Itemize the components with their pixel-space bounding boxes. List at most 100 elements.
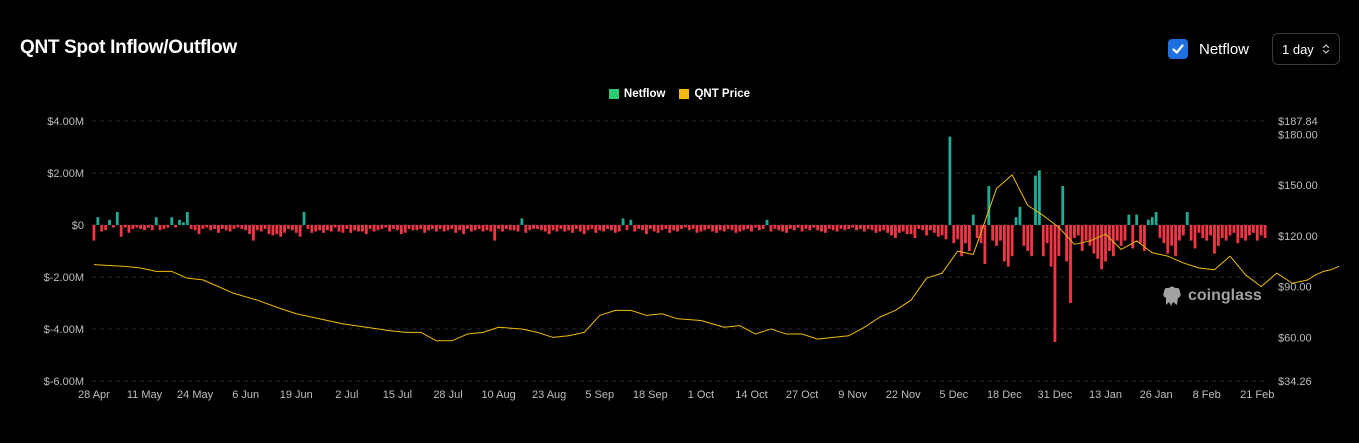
netflow-bar[interactable]: [610, 225, 613, 231]
netflow-bar[interactable]: [590, 225, 594, 229]
netflow-bar[interactable]: [606, 225, 609, 229]
netflow-bar[interactable]: [987, 186, 991, 225]
netflow-bar[interactable]: [676, 225, 679, 232]
netflow-bar[interactable]: [1205, 225, 1209, 241]
netflow-bar[interactable]: [839, 225, 843, 229]
netflow-bar[interactable]: [508, 225, 512, 231]
netflow-bar[interactable]: [866, 225, 870, 229]
netflow-bar[interactable]: [656, 225, 660, 233]
netflow-bar[interactable]: [664, 225, 668, 229]
netflow-bar[interactable]: [718, 225, 722, 231]
netflow-bar[interactable]: [423, 225, 427, 233]
netflow-bar[interactable]: [485, 225, 489, 231]
netflow-bar[interactable]: [174, 225, 178, 228]
netflow-bar[interactable]: [1115, 225, 1119, 241]
netflow-bar[interactable]: [559, 225, 563, 229]
netflow-bar[interactable]: [637, 225, 641, 229]
netflow-bar[interactable]: [894, 225, 897, 238]
netflow-bar[interactable]: [668, 225, 672, 233]
netflow-bar[interactable]: [427, 225, 430, 231]
netflow-bar[interactable]: [1073, 225, 1076, 238]
netflow-bar[interactable]: [707, 225, 711, 229]
netflow-bar[interactable]: [1244, 225, 1247, 241]
netflow-bar[interactable]: [197, 225, 201, 235]
netflow-bar[interactable]: [489, 225, 493, 232]
netflow-bar[interactable]: [349, 225, 353, 233]
netflow-bar[interactable]: [252, 225, 255, 241]
netflow-bar[interactable]: [936, 225, 940, 237]
netflow-bar[interactable]: [1166, 225, 1170, 254]
netflow-bar[interactable]: [847, 225, 851, 229]
netflow-bar[interactable]: [1045, 225, 1049, 244]
netflow-bar[interactable]: [279, 225, 283, 237]
netflow-bar[interactable]: [240, 225, 244, 229]
netflow-bar[interactable]: [396, 225, 399, 231]
netflow-bar[interactable]: [722, 225, 726, 232]
netflow-bar[interactable]: [1018, 206, 1022, 225]
netflow-bar[interactable]: [645, 225, 648, 235]
netflow-bar[interactable]: [956, 225, 960, 240]
netflow-bar[interactable]: [917, 225, 921, 229]
netflow-bar[interactable]: [726, 225, 730, 229]
netflow-bar[interactable]: [434, 225, 438, 232]
netflow-bar[interactable]: [971, 214, 975, 225]
netflow-bar[interactable]: [641, 225, 644, 231]
netflow-bar[interactable]: [287, 225, 290, 229]
netflow-bar[interactable]: [598, 225, 602, 231]
price-line[interactable]: [93, 174, 1340, 342]
netflow-bar[interactable]: [1259, 225, 1263, 236]
netflow-bar[interactable]: [1034, 175, 1037, 225]
netflow-bar[interactable]: [1002, 225, 1006, 262]
netflow-bar[interactable]: [695, 225, 699, 233]
netflow-bar[interactable]: [859, 225, 862, 229]
netflow-bar[interactable]: [730, 225, 734, 231]
netflow-bar[interactable]: [543, 225, 547, 232]
netflow-bar[interactable]: [166, 225, 170, 228]
netflow-bar[interactable]: [123, 225, 127, 228]
netflow-bar[interactable]: [851, 225, 855, 228]
netflow-bar[interactable]: [547, 225, 551, 235]
netflow-bar[interactable]: [1174, 225, 1177, 257]
netflow-bar[interactable]: [1049, 225, 1053, 267]
netflow-bar[interactable]: [742, 225, 746, 231]
netflow-bar[interactable]: [1170, 225, 1174, 246]
netflow-bar[interactable]: [248, 225, 251, 235]
netflow-bar[interactable]: [1006, 225, 1010, 267]
netflow-bar[interactable]: [843, 225, 847, 231]
netflow-bar[interactable]: [158, 225, 162, 231]
netflow-bar[interactable]: [648, 225, 652, 229]
netflow-bar[interactable]: [481, 225, 485, 232]
netflow-bar[interactable]: [357, 225, 360, 232]
netflow-bar[interactable]: [800, 225, 804, 232]
netflow-bar[interactable]: [1213, 225, 1216, 254]
netflow-bar[interactable]: [831, 225, 835, 231]
netflow-bar[interactable]: [781, 225, 784, 232]
netflow-bar[interactable]: [539, 225, 543, 231]
netflow-bar[interactable]: [1100, 225, 1104, 270]
netflow-bar[interactable]: [967, 225, 971, 251]
netflow-bar[interactable]: [555, 225, 559, 232]
netflow-bar[interactable]: [115, 212, 119, 225]
netflow-bar[interactable]: [925, 225, 928, 236]
netflow-bar[interactable]: [804, 225, 808, 229]
netflow-bar[interactable]: [827, 225, 831, 229]
netflow-bar[interactable]: [170, 217, 174, 225]
netflow-bar[interactable]: [1255, 225, 1259, 241]
netflow-bar[interactable]: [1076, 225, 1080, 236]
netflow-bar[interactable]: [364, 225, 368, 235]
netflow-bar[interactable]: [462, 225, 465, 235]
netflow-bar[interactable]: [232, 225, 236, 229]
netflow-bar[interactable]: [816, 225, 820, 231]
netflow-bar[interactable]: [263, 225, 267, 229]
netflow-bar[interactable]: [477, 225, 481, 229]
netflow-bar[interactable]: [882, 225, 886, 231]
netflow-bar[interactable]: [466, 225, 469, 229]
netflow-bar[interactable]: [796, 225, 800, 228]
netflow-bar[interactable]: [108, 219, 111, 225]
netflow-bar[interactable]: [236, 225, 240, 228]
netflow-bar[interactable]: [524, 225, 528, 233]
netflow-bar[interactable]: [100, 225, 104, 232]
netflow-bar[interactable]: [757, 225, 761, 231]
netflow-bar[interactable]: [512, 225, 516, 231]
netflow-bar[interactable]: [209, 225, 213, 231]
